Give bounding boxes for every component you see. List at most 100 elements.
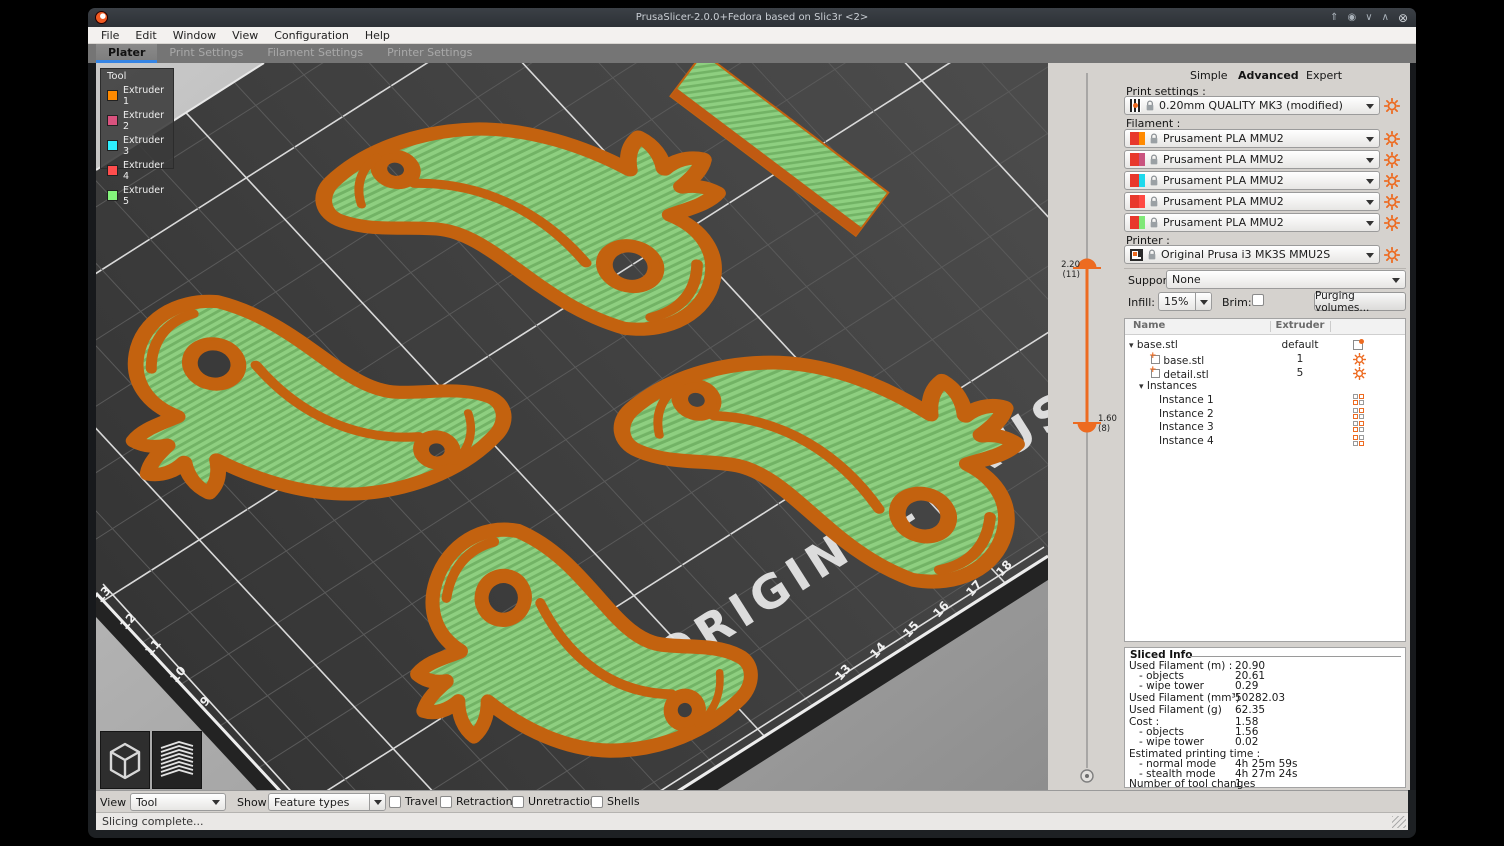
filament-5-select[interactable]: Prusament PLA MMU2 bbox=[1124, 213, 1380, 232]
filament-3-swatch bbox=[1130, 174, 1139, 187]
status-text: Slicing complete... bbox=[102, 815, 204, 828]
infill-label: Infill: bbox=[1128, 296, 1155, 309]
filament-1-select[interactable]: Prusament PLA MMU2 bbox=[1124, 129, 1380, 148]
filament-3-select[interactable]: Prusament PLA MMU2 bbox=[1124, 171, 1380, 190]
collapse-caret-icon[interactable]: ▾ bbox=[1139, 382, 1144, 392]
printer-gear-icon[interactable] bbox=[1384, 247, 1400, 263]
view-select[interactable]: Tool bbox=[130, 793, 226, 811]
minimize-icon[interactable]: ∨ bbox=[1365, 13, 1372, 23]
unretractions-checkbox-item[interactable]: Unretractions bbox=[512, 795, 603, 808]
slider-upper-labels: 2.20(11) bbox=[1061, 261, 1080, 281]
menu-window[interactable]: Window bbox=[165, 29, 224, 42]
purging-volumes-button[interactable]: Purging volumes... bbox=[1314, 292, 1406, 311]
object-row-base[interactable]: ▾ base.stl default bbox=[1125, 339, 1405, 352]
slider-lower-labels: 1.60(8) bbox=[1098, 415, 1117, 435]
chevron-down-icon bbox=[212, 800, 220, 809]
extruder4-swatch bbox=[107, 165, 118, 176]
tab-filament-settings[interactable]: Filament Settings bbox=[255, 44, 375, 63]
shells-checkbox[interactable] bbox=[591, 796, 603, 808]
stick-icon[interactable]: ◉ bbox=[1348, 13, 1357, 23]
object-list-header: Name Extruder bbox=[1125, 319, 1405, 335]
gear-icon[interactable] bbox=[1353, 367, 1366, 380]
shells-checkbox-item[interactable]: Shells bbox=[591, 795, 640, 808]
3d-scene[interactable]: 13 12 11 10 9 13 14 15 16 17 18 ORIGINAL… bbox=[96, 63, 1048, 790]
retractions-checkbox-item[interactable]: Retractions bbox=[440, 795, 518, 808]
chevron-down-icon bbox=[1366, 221, 1374, 230]
content-area: 13 12 11 10 9 13 14 15 16 17 18 ORIGINAL… bbox=[88, 63, 1416, 790]
filament-1-swatch bbox=[1130, 132, 1139, 145]
instance-thumbnail-icon bbox=[1353, 435, 1364, 446]
infill-select[interactable]: 15% bbox=[1158, 292, 1212, 311]
instance-thumbnail-icon bbox=[1353, 421, 1364, 432]
add-part-icon: + bbox=[1149, 367, 1160, 378]
mode-tab-expert[interactable]: Expert bbox=[1306, 69, 1342, 82]
supports-select[interactable]: None bbox=[1166, 270, 1406, 289]
tab-printer-settings[interactable]: Printer Settings bbox=[375, 44, 484, 63]
show-select[interactable]: Feature types bbox=[268, 793, 386, 811]
maximize-icon[interactable]: ∧ bbox=[1382, 13, 1389, 23]
legend-item: Extruder 3 bbox=[101, 133, 173, 158]
menu-bar: File Edit Window View Configuration Help bbox=[88, 27, 1416, 44]
travel-checkbox-item[interactable]: Travel bbox=[389, 795, 438, 808]
tab-print-settings[interactable]: Print Settings bbox=[157, 44, 255, 63]
menu-configuration[interactable]: Configuration bbox=[266, 29, 357, 42]
3d-viewport[interactable]: 13 12 11 10 9 13 14 15 16 17 18 ORIGINAL… bbox=[96, 63, 1048, 790]
infill-dropdown-button[interactable] bbox=[1195, 293, 1211, 310]
menu-view[interactable]: View bbox=[224, 29, 266, 42]
instance-row-2[interactable]: Instance 2 bbox=[1125, 408, 1405, 421]
extruder5-swatch bbox=[107, 190, 118, 201]
instance-row-1[interactable]: Instance 1 bbox=[1125, 394, 1405, 407]
shade-icon[interactable]: ⇑ bbox=[1330, 13, 1338, 23]
unretractions-checkbox[interactable] bbox=[512, 796, 524, 808]
filament-4-select[interactable]: Prusament PLA MMU2 bbox=[1124, 192, 1380, 211]
instance-thumbnail-icon bbox=[1353, 394, 1364, 405]
filament-2-select[interactable]: Prusament PLA MMU2 bbox=[1124, 150, 1380, 169]
filament-5-gear-icon[interactable] bbox=[1384, 215, 1400, 231]
lock-icon bbox=[1147, 248, 1157, 261]
title-bar[interactable]: PrusaSlicer-2.0.0+Fedora based on Slic3r… bbox=[88, 8, 1416, 27]
prusa-logo-icon bbox=[95, 11, 108, 24]
chevron-down-icon bbox=[1200, 300, 1208, 309]
filament-1-gear-icon[interactable] bbox=[1384, 131, 1400, 147]
mode-tab-simple[interactable]: Simple bbox=[1190, 69, 1228, 82]
menu-file[interactable]: File bbox=[93, 29, 127, 42]
print-settings-gear-icon[interactable] bbox=[1384, 98, 1400, 114]
brim-checkbox[interactable] bbox=[1252, 294, 1264, 306]
volume-row-detail[interactable]: + detail.stl 5 bbox=[1125, 367, 1405, 380]
legend-item: Extruder 2 bbox=[101, 108, 173, 133]
filament-2-gear-icon[interactable] bbox=[1384, 152, 1400, 168]
3d-view-button[interactable] bbox=[100, 731, 150, 789]
show-dropdown-button[interactable] bbox=[369, 794, 385, 810]
resize-grip[interactable] bbox=[1392, 816, 1406, 828]
filament-3-gear-icon[interactable] bbox=[1384, 173, 1400, 189]
printer-select[interactable]: Original Prusa i3 MK3S MMU2S bbox=[1124, 245, 1380, 264]
menu-help[interactable]: Help bbox=[357, 29, 398, 42]
layer-slider-column: 2.20(11) 1.60(8) bbox=[1048, 63, 1120, 790]
main-tab-bar: Plater Print Settings Filament Settings … bbox=[88, 44, 1416, 63]
volume-row-base[interactable]: + base.stl 1 bbox=[1125, 353, 1405, 366]
window-title: PrusaSlicer-2.0.0+Fedora based on Slic3r… bbox=[88, 12, 1416, 23]
gear-icon[interactable] bbox=[1353, 353, 1366, 366]
layers-view-button[interactable] bbox=[152, 731, 202, 789]
filament-4-gear-icon[interactable] bbox=[1384, 194, 1400, 210]
layers-icon bbox=[157, 738, 197, 782]
travel-checkbox[interactable] bbox=[389, 796, 401, 808]
chevron-down-icon bbox=[1366, 158, 1374, 167]
tab-plater[interactable]: Plater bbox=[96, 44, 157, 63]
filament-5-swatch bbox=[1130, 216, 1139, 229]
object-settings-icon[interactable] bbox=[1353, 339, 1364, 350]
slider-lower-handle[interactable] bbox=[1073, 423, 1101, 432]
menu-edit[interactable]: Edit bbox=[127, 29, 164, 42]
close-icon[interactable]: ⊗ bbox=[1398, 12, 1408, 24]
screen: PrusaSlicer-2.0.0+Fedora based on Slic3r… bbox=[0, 0, 1504, 846]
instances-group-row[interactable]: ▾ Instances bbox=[1125, 380, 1405, 393]
cube-icon bbox=[106, 739, 144, 781]
instance-row-4[interactable]: Instance 4 bbox=[1125, 435, 1405, 448]
retractions-checkbox[interactable] bbox=[440, 796, 452, 808]
instance-row-3[interactable]: Instance 3 bbox=[1125, 421, 1405, 434]
mode-tab-advanced[interactable]: Advanced bbox=[1238, 69, 1299, 82]
extruder3-swatch bbox=[107, 140, 118, 151]
collapse-caret-icon[interactable]: ▾ bbox=[1129, 341, 1134, 351]
print-settings-select[interactable]: 0.20mm QUALITY MK3 (modified) bbox=[1124, 96, 1380, 115]
lock-icon bbox=[1149, 174, 1159, 187]
